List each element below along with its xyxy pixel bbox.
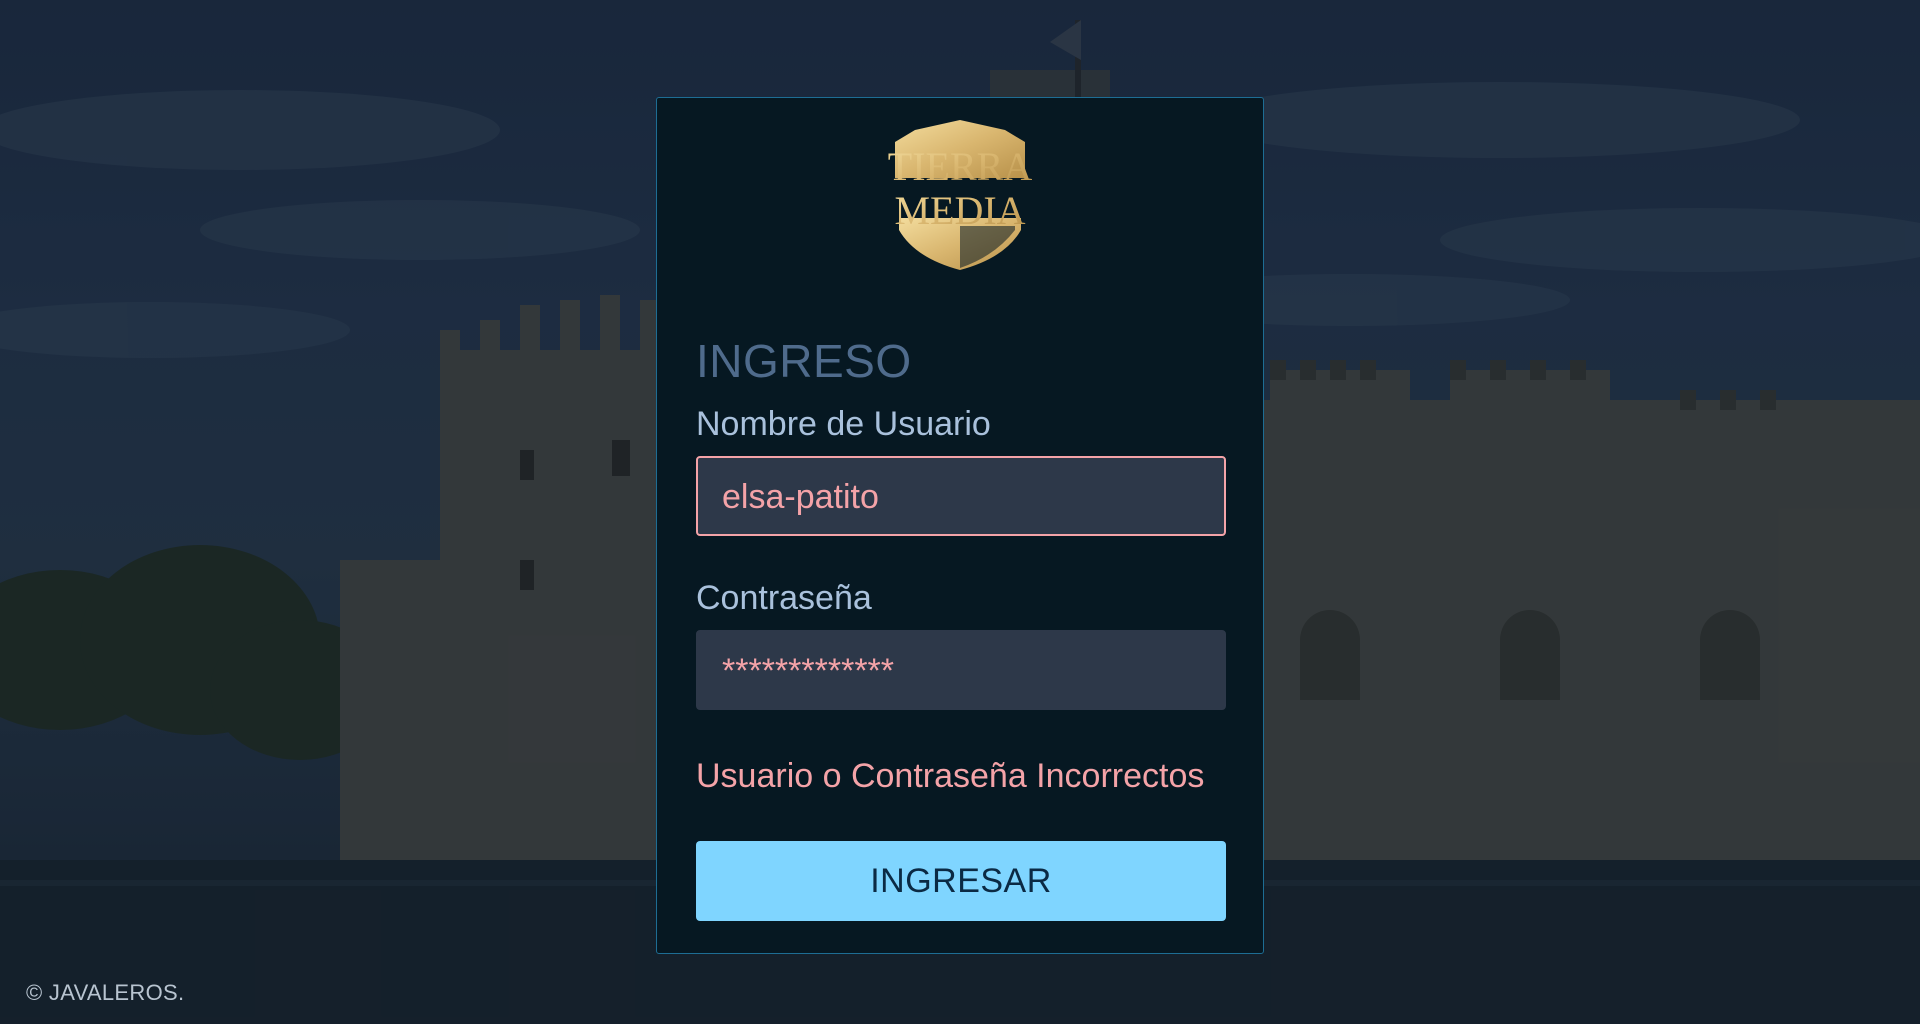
- submit-button[interactable]: INGRESAR: [696, 841, 1226, 921]
- password-input[interactable]: *************: [696, 630, 1226, 710]
- login-heading: INGRESO: [696, 335, 912, 387]
- login-card: TIERRA MEDIA INGRESO Nombre de Usuario e…: [656, 97, 1264, 954]
- username-input[interactable]: elsa-patito: [696, 456, 1226, 536]
- login-error-message: Usuario o Contraseña Incorrectos: [696, 757, 1205, 795]
- logo-text-line2: MEDIA: [894, 188, 1025, 233]
- password-label: Contraseña: [696, 579, 872, 617]
- shield-crest-icon: TIERRA MEDIA: [888, 120, 1033, 270]
- logo-text-line1: TIERRA: [888, 144, 1033, 189]
- username-label: Nombre de Usuario: [696, 405, 991, 443]
- footer-copyright: © JAVALEROS.: [26, 980, 185, 1005]
